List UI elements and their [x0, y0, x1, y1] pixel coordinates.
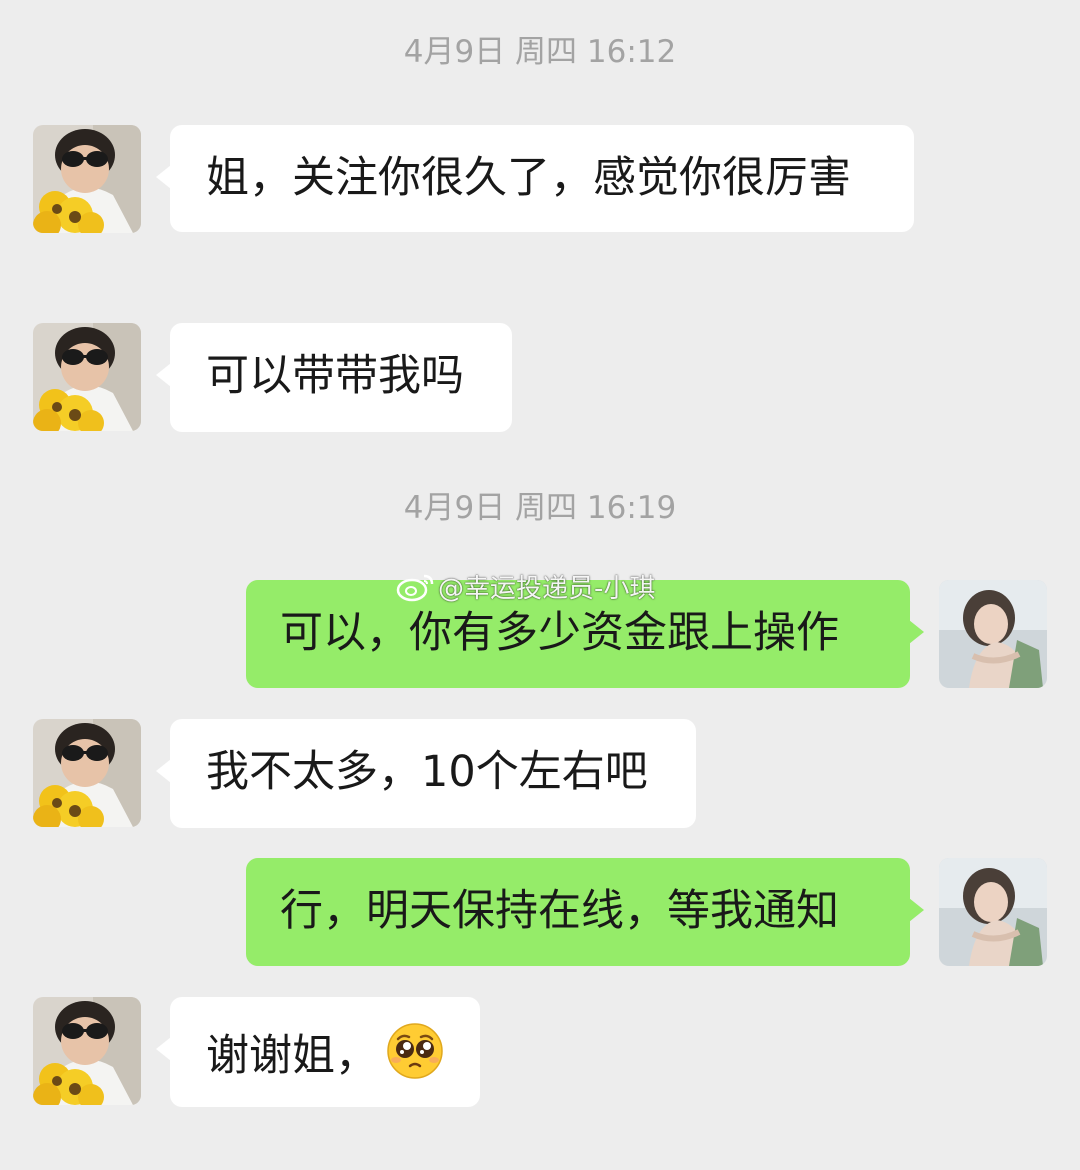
message-text: 谢谢姐，	[206, 1031, 378, 1081]
contact-avatar[interactable]	[33, 997, 141, 1105]
timestamp: 4月9日 周四 16:12	[403, 34, 677, 70]
message-bubble-incoming[interactable]: 姐，关注你很久了，感觉你很厉害	[156, 125, 914, 232]
my-avatar[interactable]	[939, 858, 1047, 966]
watermark-text: @幸运投递员-小琪	[438, 573, 656, 604]
contact-avatar[interactable]	[33, 323, 141, 431]
contact-avatar[interactable]	[33, 719, 141, 827]
message-bubble-incoming[interactable]: 可以带带我吗	[156, 323, 512, 432]
contact-avatar[interactable]	[33, 125, 141, 233]
message-bubble-incoming[interactable]: 我不太多，10个左右吧	[156, 719, 696, 828]
timestamp: 4月9日 周四 16:19	[403, 490, 677, 526]
pleading-face-emoji-icon	[387, 1023, 443, 1079]
weibo-logo-icon	[396, 574, 434, 602]
message-bubble-incoming[interactable]: 谢谢姐，	[156, 997, 480, 1107]
my-avatar[interactable]	[939, 580, 1047, 688]
watermark: @幸运投递员-小琪	[396, 568, 655, 604]
message-bubble-outgoing[interactable]: 行，明天保持在线，等我通知	[246, 858, 924, 966]
